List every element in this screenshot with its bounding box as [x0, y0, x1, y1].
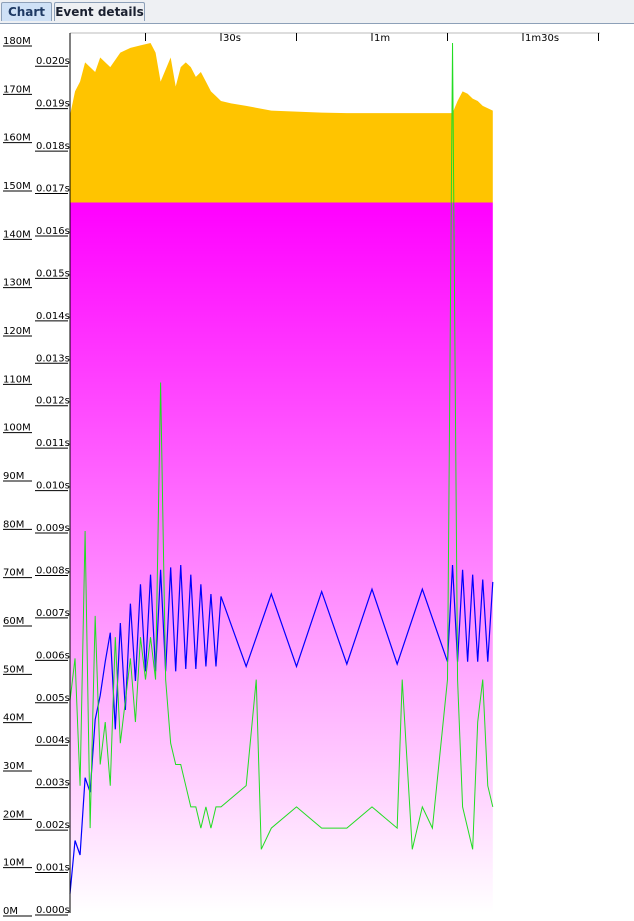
- memory-tick-label: 160M: [3, 133, 31, 144]
- time-tick-label: 0.004s: [36, 735, 70, 746]
- time-tick-label: 0.020s: [36, 56, 70, 67]
- orange-area: [70, 43, 493, 203]
- series-layer: [69, 42, 494, 913]
- memory-tick-label: 110M: [3, 374, 31, 385]
- memory-tick-label: 50M: [3, 664, 24, 675]
- memory-tick-label: 20M: [3, 809, 24, 820]
- time-tick-label: 0.002s: [36, 820, 70, 831]
- magenta-area: [70, 202, 493, 913]
- memory-tick-label: 60M: [3, 616, 24, 627]
- memory-tick-label: 140M: [3, 229, 31, 240]
- tab-event-details[interactable]: Event details: [54, 2, 145, 21]
- memory-tick-label: 80M: [3, 519, 24, 530]
- time-tick-label: 0.003s: [36, 778, 70, 789]
- time-tick-label: 0.015s: [36, 268, 70, 279]
- time-tick-label: 0.001s: [36, 863, 70, 874]
- memory-tick-label: 10M: [3, 858, 24, 869]
- tab-bar: Chart Event details: [0, 0, 634, 24]
- time-tick-label: 0.007s: [36, 608, 70, 619]
- time-tick-label: 0.010s: [36, 481, 70, 492]
- time-tick-label: 0.008s: [36, 565, 70, 576]
- x-tick-label: 30s: [223, 33, 241, 44]
- time-tick-label: 0.018s: [36, 141, 70, 152]
- time-tick-label: 0.005s: [36, 693, 70, 704]
- memory-tick-label: 30M: [3, 761, 24, 772]
- memory-tick-label: 0M: [3, 906, 18, 917]
- time-tick-label: 0.014s: [36, 311, 70, 322]
- memory-tick-label: 150M: [3, 181, 31, 192]
- time-tick-label: 0.017s: [36, 184, 70, 195]
- memory-tick-label: 120M: [3, 326, 31, 337]
- x-tick-label: 1m: [374, 33, 390, 44]
- time-tick-label: 0.006s: [36, 650, 70, 661]
- time-tick-label: 0.000s: [36, 905, 70, 916]
- x-tick-label: 1m30s: [525, 33, 559, 44]
- tab-chart[interactable]: Chart: [1, 2, 52, 21]
- time-tick-label: 0.019s: [36, 99, 70, 110]
- memory-tick-label: 130M: [3, 278, 31, 289]
- chart-area: 30s 1m 1m30s 0M 10M 20M 30M 40M 50M 60M 70M 80M 90M 1…: [3, 32, 600, 917]
- memory-tick-label: 40M: [3, 713, 24, 724]
- time-tick-label: 0.013s: [36, 353, 70, 364]
- memory-tick-label: 100M: [3, 423, 31, 434]
- time-tick-label: 0.009s: [36, 523, 70, 534]
- time-tick-label: 0.016s: [36, 226, 70, 237]
- time-tick-label: 0.012s: [36, 396, 70, 407]
- time-tick-label: 0.011s: [36, 438, 70, 449]
- memory-tick-label: 90M: [3, 471, 24, 482]
- memory-tick-label: 170M: [3, 84, 31, 95]
- memory-tick-label: 180M: [3, 36, 31, 47]
- memory-tick-label: 70M: [3, 568, 24, 579]
